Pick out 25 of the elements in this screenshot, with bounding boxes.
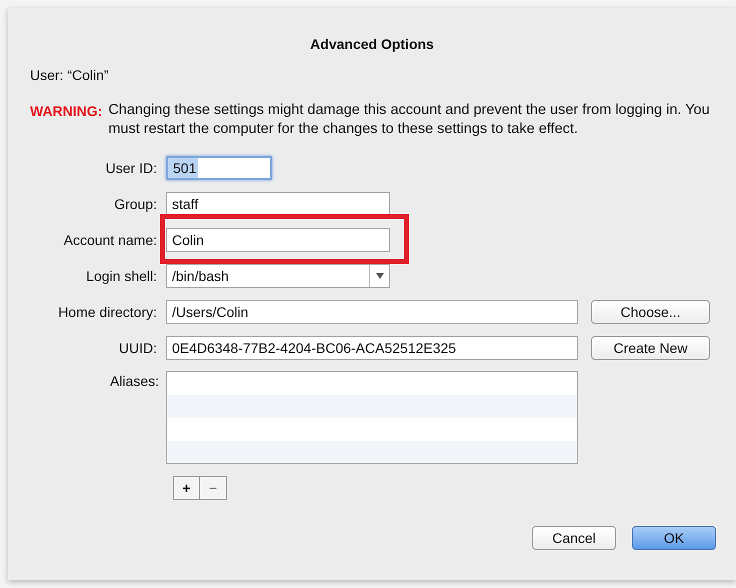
remove-button[interactable]: − [200,476,227,500]
field-button[interactable]: Create New [591,336,710,360]
field-label: UUID: [118,338,157,358]
aliases-list[interactable] [166,371,578,464]
field-button[interactable]: Choose... [591,300,710,324]
user-label: User: “Colin” [30,66,109,85]
field-label: Account name: [64,230,157,250]
field-label: Group: [114,194,157,214]
cancel-button[interactable]: Cancel [532,526,616,550]
text-field[interactable]: 0E4D6348-77B2-4204-BC06-ACA52512E325 [166,336,578,360]
text-field[interactable]: Colin [166,228,390,252]
add-button[interactable]: + [173,476,200,500]
warning-label: WARNING: [30,102,102,121]
warning-text: Changing these settings might damage this account and prevent the user from logging in. You must restart the computer for the changes to these settings to take effect. [108,101,711,139]
shell-combo-box[interactable]: /bin/bash [166,264,390,288]
field-label: Aliases: [110,372,159,391]
text-field[interactable]: 501 [166,156,272,180]
field-label: Login shell: [86,266,157,286]
text-field[interactable]: staff [166,192,390,216]
field-label: User ID: [106,158,157,178]
ok-button[interactable]: OK [632,526,716,550]
text-field[interactable]: /Users/Colin [166,300,578,324]
dialog-title: Advanced Options [310,35,434,54]
dropdown-arrow-icon [376,273,384,279]
field-label: Home directory: [58,302,157,322]
